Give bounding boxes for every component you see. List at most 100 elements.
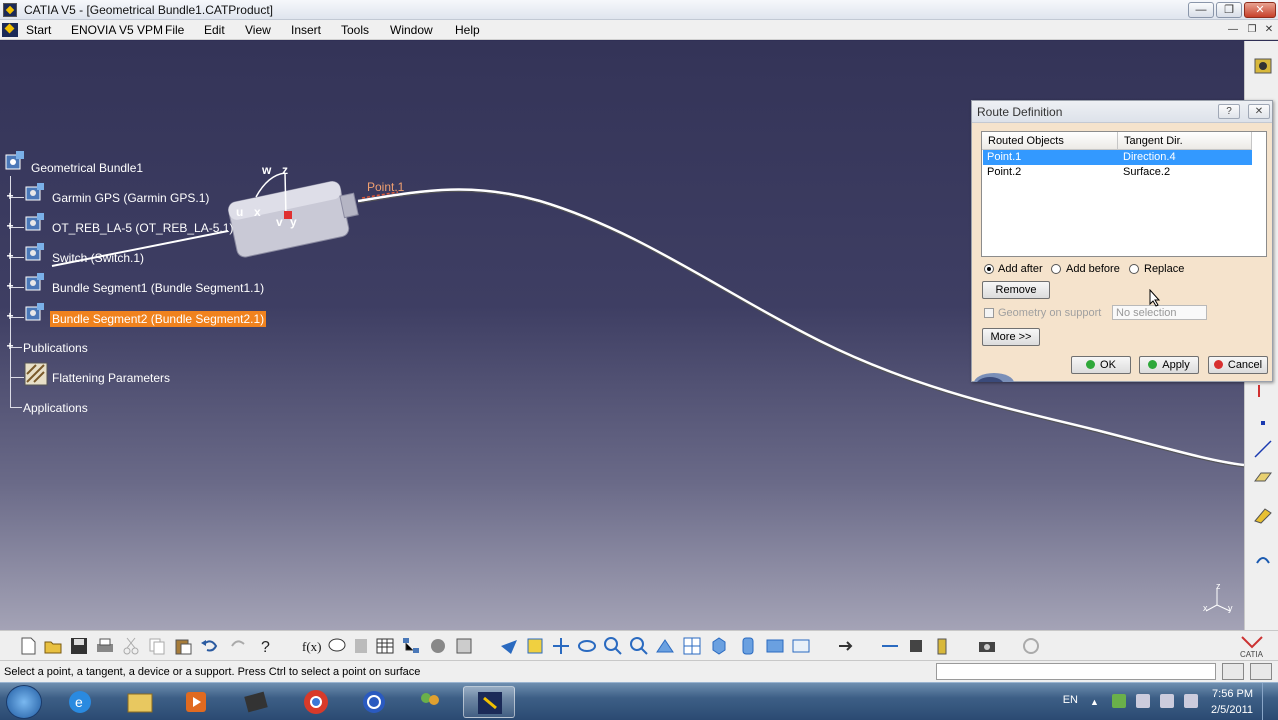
update-icon[interactable] [835, 636, 855, 656]
rotate-icon[interactable] [577, 636, 597, 656]
component-icon[interactable] [24, 242, 44, 262]
clock-time[interactable]: 7:56 PM [1205, 688, 1253, 700]
paste-icon[interactable] [173, 636, 193, 656]
menu-file[interactable]: File [165, 23, 184, 37]
zoom-out-icon[interactable] [629, 636, 649, 656]
undo-icon[interactable] [199, 636, 219, 656]
menu-window[interactable]: Window [390, 23, 433, 37]
status-button-2[interactable] [1250, 663, 1272, 680]
expand-garmin-icon[interactable]: + [5, 190, 15, 202]
flattening-parameters-icon[interactable] [24, 362, 48, 386]
pan-icon[interactable] [551, 636, 571, 656]
refresh-icon[interactable] [1021, 636, 1041, 656]
replace-radio[interactable] [1129, 264, 1139, 274]
dialog-title-bar[interactable]: Route Definition ? ✕ [972, 101, 1272, 123]
menu-tools[interactable]: Tools [341, 23, 369, 37]
formula-icon[interactable]: f(x) [301, 636, 322, 656]
no-selection-field[interactable]: No selection [1112, 305, 1207, 320]
doc-restore-button[interactable]: ❐ [1245, 23, 1259, 37]
menu-help[interactable]: Help [455, 23, 480, 37]
tree-node-ot-reb[interactable]: OT_REB_LA-5 (OT_REB_LA-5.1) [52, 221, 233, 235]
cancel-button[interactable]: Cancel [1208, 356, 1268, 374]
chrome-icon[interactable] [290, 686, 342, 718]
expand-switch-icon[interactable]: + [5, 250, 15, 262]
close-button[interactable]: ✕ [1244, 2, 1276, 18]
copy-icon[interactable] [147, 636, 167, 656]
column-header-tangent-dir[interactable]: Tangent Dir. [1118, 132, 1252, 150]
new-file-icon[interactable] [18, 636, 38, 656]
windows-start-icon[interactable] [6, 685, 42, 719]
users-icon[interactable] [404, 686, 456, 718]
component-icon[interactable] [24, 182, 44, 202]
graph-tree-icon[interactable] [401, 636, 421, 656]
expand-bundle-segment1-icon[interactable]: + [5, 280, 15, 292]
more-button[interactable]: More >> [982, 328, 1040, 346]
point-1-label[interactable]: Point.1 [367, 180, 404, 194]
line-icon[interactable] [1253, 439, 1273, 459]
tree-node-switch[interactable]: Switch (Switch.1) [52, 251, 144, 265]
analyze-icon[interactable] [428, 636, 448, 656]
tree-node-garmin-gps[interactable]: Garmin GPS (Garmin GPS.1) [52, 191, 209, 205]
table-icon[interactable] [375, 636, 395, 656]
list-row[interactable]: Point.1 Direction.4 [983, 150, 1252, 165]
expand-bundle-segment2-icon[interactable]: + [5, 310, 15, 322]
multi-view-icon[interactable] [682, 636, 702, 656]
status-button-1[interactable] [1222, 663, 1244, 680]
menu-insert[interactable]: Insert [291, 23, 321, 37]
file-explorer-icon[interactable] [114, 686, 166, 718]
power-input-field[interactable] [936, 663, 1216, 680]
scan-icon[interactable] [454, 636, 474, 656]
device-icon[interactable] [932, 636, 952, 656]
language-indicator[interactable]: EN [1058, 694, 1078, 706]
show-desktop-button[interactable] [1262, 683, 1278, 720]
cut-icon[interactable] [121, 636, 141, 656]
app-q-icon[interactable] [348, 686, 400, 718]
expand-ot-reb-icon[interactable]: + [5, 220, 15, 232]
restore-button[interactable]: ❐ [1216, 2, 1242, 18]
plane-icon[interactable] [1253, 467, 1273, 487]
fly-mode-icon[interactable] [499, 636, 519, 656]
red-marker-icon[interactable] [1253, 381, 1273, 401]
apply-button[interactable]: Apply [1139, 356, 1199, 374]
column-header-routed-objects[interactable]: Routed Objects [982, 132, 1118, 150]
dialog-help-button[interactable]: ? [1218, 104, 1240, 119]
start-menu-icon[interactable] [2, 23, 18, 37]
remove-button[interactable]: Remove [982, 281, 1050, 299]
tree-root-label[interactable]: Geometrical Bundle1 [31, 161, 143, 175]
routed-objects-list[interactable]: Routed Objects Tangent Dir. Point.1 Dire… [981, 131, 1267, 257]
electrical-workbench-icon[interactable] [1253, 55, 1273, 75]
bundle-segment-icon[interactable] [24, 272, 44, 292]
tree-node-publications[interactable]: Publications [23, 341, 88, 355]
zoom-in-icon[interactable] [603, 636, 623, 656]
flatten-icon[interactable] [880, 636, 900, 656]
annotation-icon[interactable] [327, 636, 347, 656]
swap-space-icon[interactable] [791, 636, 811, 656]
show-hidden-icons-icon[interactable]: ▲ [1090, 697, 1100, 707]
add-before-radio[interactable] [1051, 264, 1061, 274]
menu-start[interactable]: Start [26, 23, 51, 37]
open-folder-icon[interactable] [43, 636, 63, 656]
tree-node-flattening-parameters[interactable]: Flattening Parameters [52, 371, 170, 385]
media-player-icon[interactable] [170, 686, 222, 718]
add-after-radio[interactable] [984, 264, 994, 274]
normal-view-icon[interactable] [655, 636, 675, 656]
expand-publications-icon[interactable]: + [5, 340, 15, 352]
doc-close-button[interactable]: ✕ [1262, 23, 1276, 37]
hide-show-icon[interactable] [765, 636, 785, 656]
tree-node-applications[interactable]: Applications [23, 401, 88, 415]
measure-icon[interactable] [1253, 549, 1273, 569]
camera-icon[interactable] [977, 636, 997, 656]
print-icon[interactable] [95, 636, 115, 656]
shading-icon[interactable] [738, 636, 758, 656]
connector-icon[interactable] [906, 636, 926, 656]
redo-icon[interactable] [229, 636, 249, 656]
internet-explorer-icon[interactable]: e [54, 686, 106, 718]
save-icon[interactable] [69, 636, 89, 656]
network-icon[interactable] [1136, 694, 1150, 708]
fit-all-icon[interactable] [525, 636, 545, 656]
menu-view[interactable]: View [245, 23, 271, 37]
tree-node-bundle-segment2-selected[interactable]: Bundle Segment2 (Bundle Segment2.1) [50, 311, 267, 327]
point-icon[interactable] [1253, 413, 1273, 433]
flag-icon[interactable] [1160, 694, 1174, 708]
geometry-on-support-checkbox[interactable] [984, 308, 994, 318]
